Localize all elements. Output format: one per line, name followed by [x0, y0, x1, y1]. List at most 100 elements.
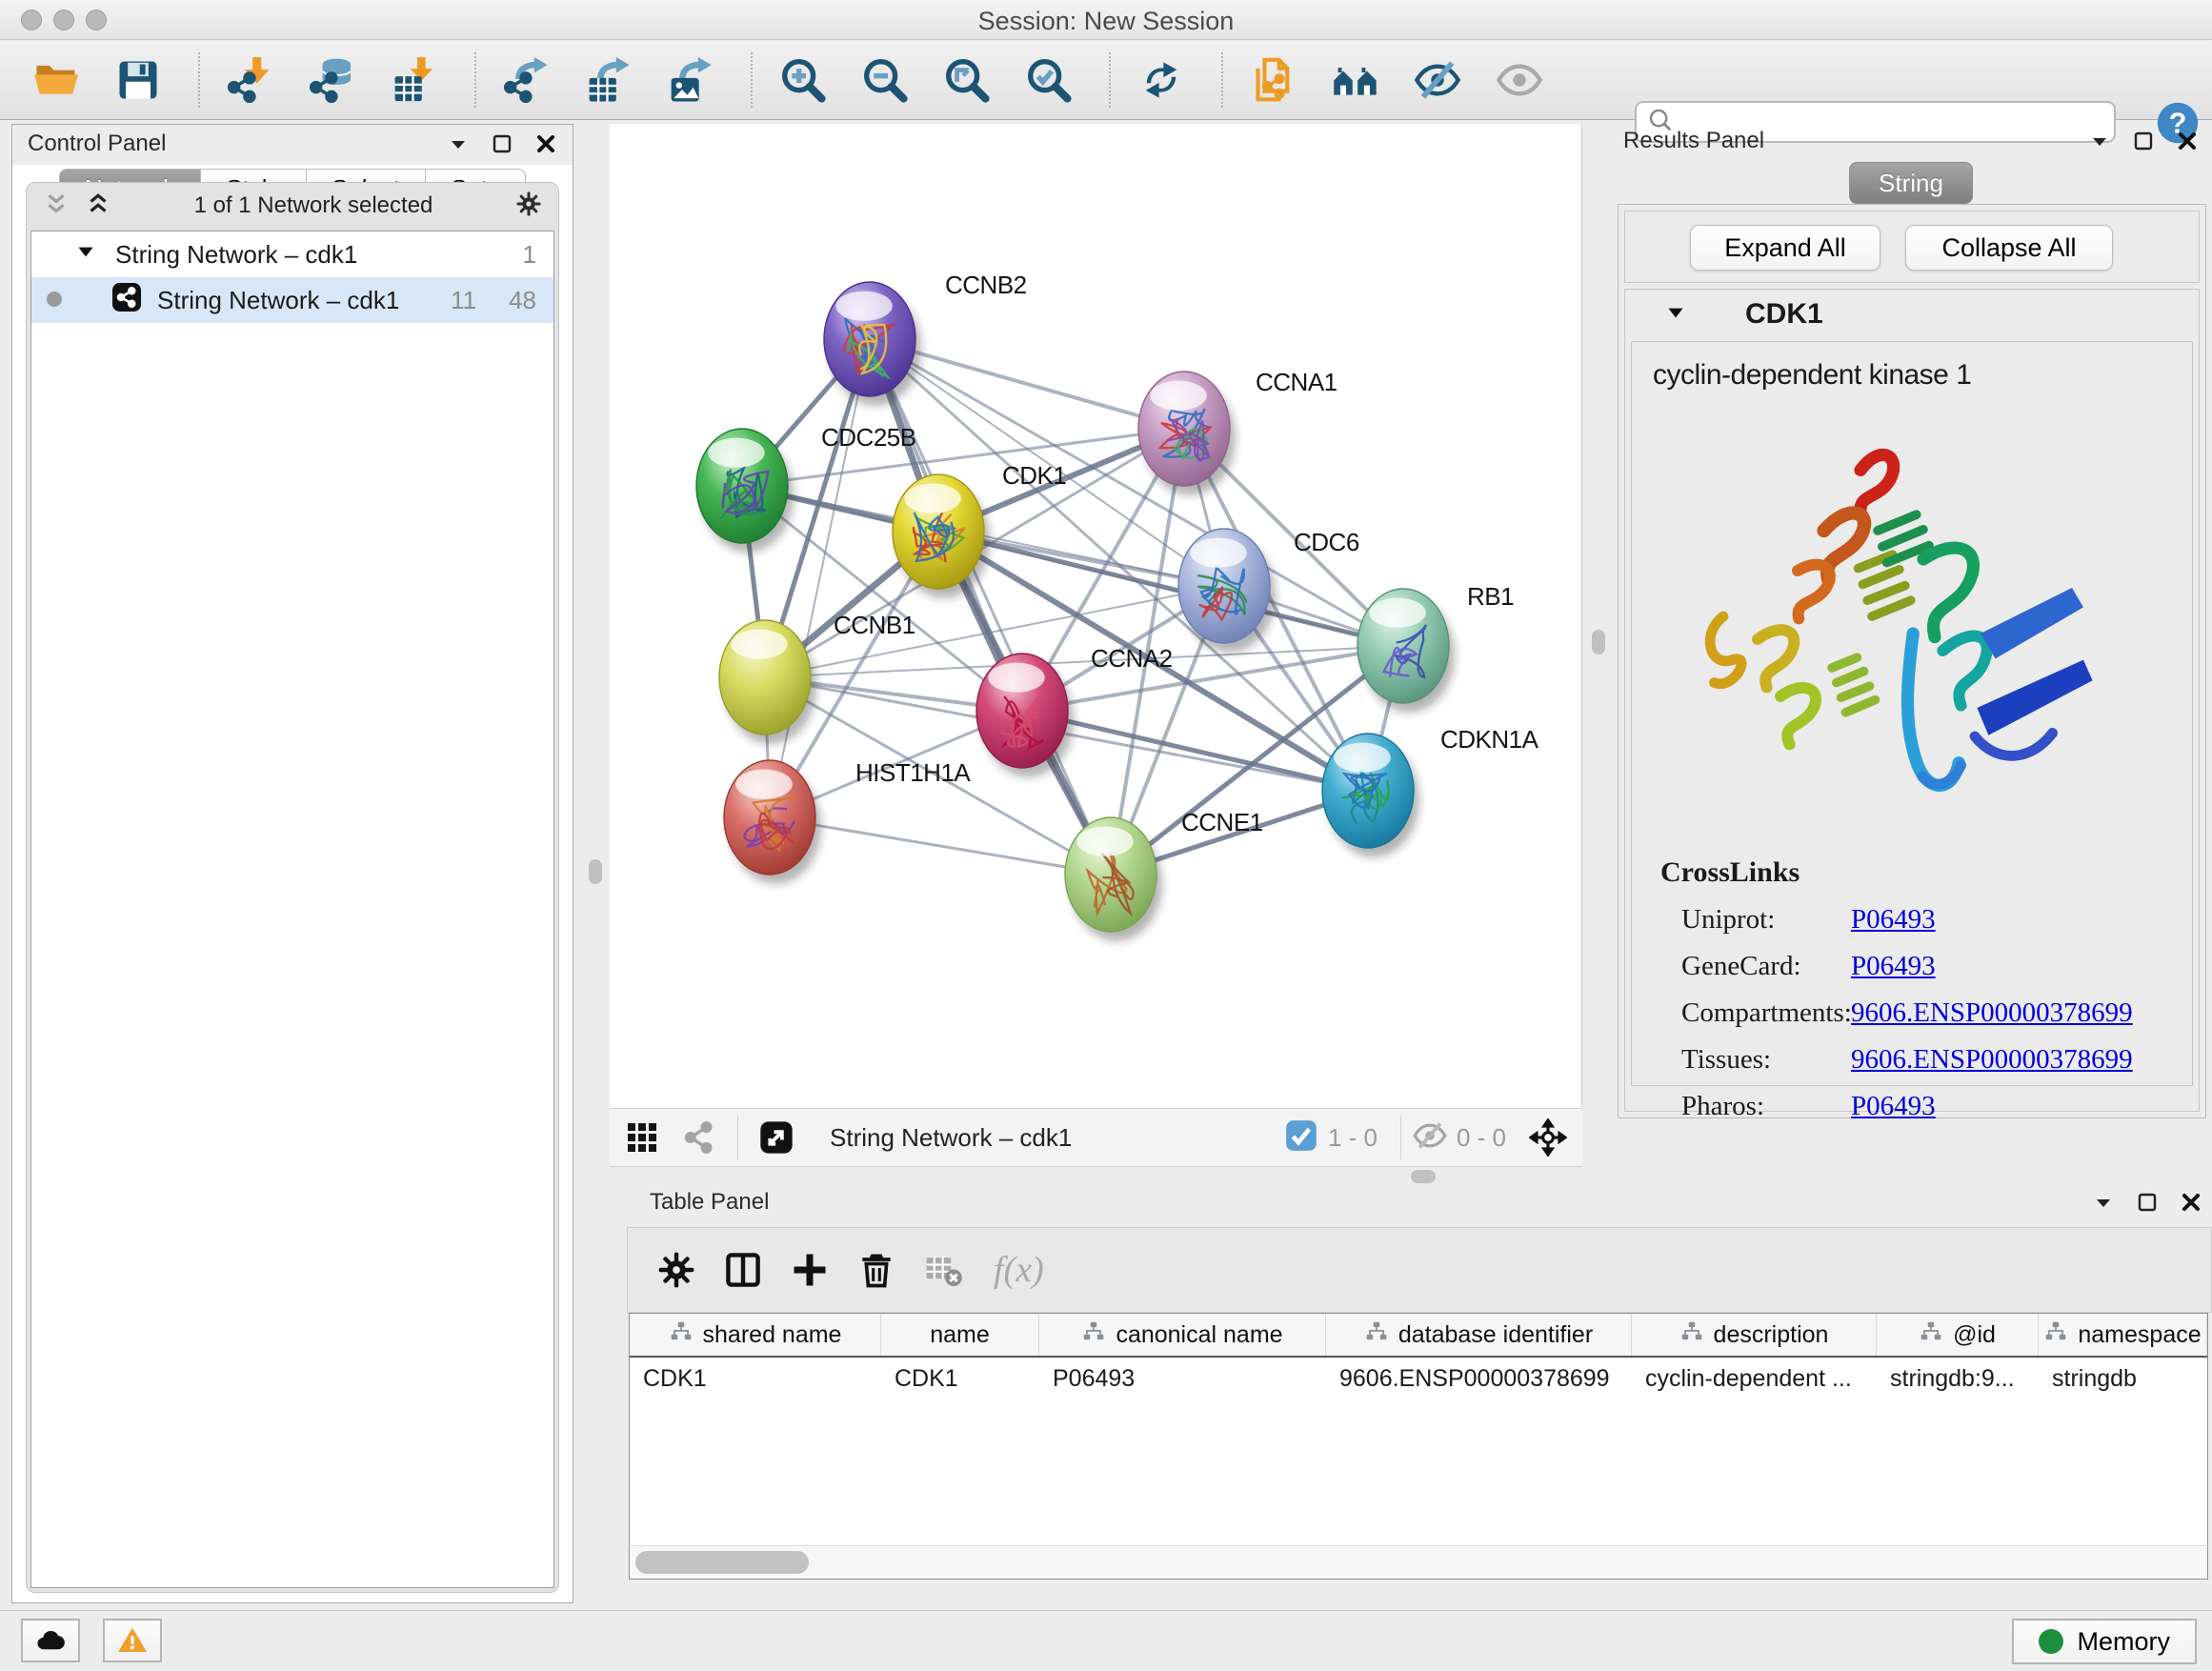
export-table-button[interactable]	[579, 50, 638, 110]
hidden-eye-icon[interactable]	[1411, 1117, 1449, 1159]
table-cell[interactable]: CDK1	[630, 1358, 881, 1399]
zoom-fit-button[interactable]	[937, 50, 996, 110]
table-cell[interactable]: CDK1	[881, 1358, 1039, 1399]
table-settings-gear-icon[interactable]	[651, 1244, 702, 1296]
import-network-from-database-button[interactable]	[303, 50, 362, 110]
apply-function-icon[interactable]: f(x)	[994, 1249, 1044, 1291]
network-overview-icon[interactable]	[680, 1118, 718, 1157]
apply-preferred-layout-button[interactable]	[1132, 50, 1191, 110]
collapse-all-button[interactable]: Collapse All	[1905, 225, 2113, 271]
birdseye-grid-icon[interactable]	[623, 1118, 661, 1157]
zoom-out-button[interactable]	[855, 50, 915, 110]
crosslink-label: Uniprot:	[1660, 904, 1851, 936]
scrollbar-thumb[interactable]	[635, 1551, 809, 1574]
save-session-button[interactable]	[109, 50, 168, 110]
zoom-in-button[interactable]	[774, 50, 833, 110]
table-horizontal-scrollbar[interactable]	[629, 1545, 2208, 1580]
crosslink-link[interactable]: 9606.ENSP00000378699	[1851, 997, 2133, 1029]
close-panel-icon[interactable]	[2176, 130, 2199, 157]
node-CCNB1[interactable]	[719, 620, 816, 744]
create-column-icon[interactable]	[784, 1244, 835, 1296]
network-view-toolbar: String Network – cdk1 1 - 0 0 - 0	[610, 1108, 1582, 1167]
network-options-gear-icon[interactable]	[514, 190, 543, 223]
import-table-from-file-button[interactable]	[385, 50, 444, 110]
import-network-from-file-button[interactable]	[221, 50, 280, 110]
delete-table-icon[interactable]	[917, 1244, 969, 1296]
network-collection-row[interactable]: String Network – cdk1 1	[31, 232, 553, 277]
node-CCNB2[interactable]	[824, 282, 921, 406]
show-columns-icon[interactable]	[717, 1244, 769, 1296]
network-view-title: String Network – cdk1	[830, 1123, 1072, 1153]
node-RB1[interactable]	[1357, 589, 1455, 713]
detach-view-icon[interactable]	[757, 1118, 795, 1157]
delete-column-icon[interactable]	[851, 1244, 902, 1296]
memory-label: Memory	[2077, 1627, 2170, 1657]
node-CDK1[interactable]	[893, 474, 990, 598]
node-CCNA2[interactable]	[976, 654, 1074, 777]
warning-button[interactable]	[103, 1619, 162, 1662]
crosslink-link[interactable]: 9606.ENSP00000378699	[1851, 1044, 2133, 1076]
column-header-canonicalname[interactable]: canonical name	[1039, 1314, 1326, 1356]
right-splitter-handle[interactable]	[1592, 630, 1605, 654]
caret-down-icon[interactable]	[1625, 300, 1688, 330]
column-header-namespace[interactable]: namespace	[2039, 1314, 2207, 1356]
export-network-button[interactable]	[497, 50, 556, 110]
column-header-databaseidentifier[interactable]: database identifier	[1326, 1314, 1632, 1356]
tab-string[interactable]: String	[1849, 162, 1973, 204]
table-cell[interactable]: stringdb	[2039, 1358, 2207, 1399]
gene-section-header[interactable]: CDK1	[1625, 290, 2199, 339]
close-panel-icon[interactable]	[534, 132, 557, 160]
float-panel-icon[interactable]	[447, 132, 470, 160]
maximize-panel-icon[interactable]	[2132, 130, 2155, 157]
selection-checkbox-icon[interactable]	[1282, 1117, 1320, 1159]
edge-CCNB2-CCNE1[interactable]	[870, 339, 1111, 875]
expand-all-icon[interactable]	[84, 190, 112, 223]
crosslinks-section: CrossLinks Uniprot:P06493GeneCard:P06493…	[1660, 856, 2173, 1122]
export-image-button[interactable]	[661, 50, 720, 110]
node-CDC25B[interactable]	[696, 429, 794, 553]
maximize-panel-icon[interactable]	[2136, 1191, 2159, 1218]
caret-down-icon[interactable]	[73, 239, 98, 271]
close-panel-icon[interactable]	[2180, 1191, 2202, 1218]
node-CCNA1[interactable]	[1138, 372, 1236, 495]
node-label-CCNE1: CCNE1	[1181, 808, 1263, 836]
column-header-name[interactable]: name	[881, 1314, 1039, 1356]
network-tree: String Network – cdk1 1 String Network –…	[30, 231, 554, 1588]
node-CCNE1[interactable]	[1065, 817, 1162, 941]
collection-count: 1	[523, 240, 536, 270]
collapse-all-icon[interactable]	[42, 190, 70, 223]
restore-hidden-button[interactable]	[1490, 50, 1549, 110]
crosslink-link[interactable]: P06493	[1851, 1091, 1936, 1122]
float-panel-icon[interactable]	[2088, 130, 2111, 157]
column-header-id[interactable]: @id	[1877, 1314, 2039, 1356]
clone-network-button[interactable]	[1244, 50, 1303, 110]
column-header-sharedname[interactable]: shared name	[630, 1314, 881, 1356]
node-HIST1H1A[interactable]	[724, 760, 821, 884]
pan-crosshair-icon[interactable]	[1529, 1118, 1567, 1157]
cloud-button[interactable]	[21, 1619, 80, 1662]
table-cell[interactable]: 9606.ENSP00000378699	[1326, 1358, 1632, 1399]
maximize-panel-icon[interactable]	[491, 132, 513, 160]
table-row[interactable]: CDK1CDK1P064939606.ENSP00000378699cyclin…	[630, 1358, 2207, 1399]
hide-selected-button[interactable]	[1408, 50, 1467, 110]
string-protein-query-button[interactable]	[1326, 50, 1385, 110]
memory-button[interactable]: Memory	[2012, 1619, 2197, 1664]
float-panel-icon[interactable]	[2092, 1191, 2115, 1218]
table-cell[interactable]: cyclin-dependent ...	[1632, 1358, 1877, 1399]
table-cell[interactable]: stringdb:9...	[1877, 1358, 2039, 1399]
expand-all-button[interactable]: Expand All	[1690, 225, 1880, 271]
zoom-selected-button[interactable]	[1019, 50, 1078, 110]
column-label: description	[1714, 1321, 1829, 1349]
crosslink-link[interactable]: P06493	[1851, 904, 1936, 936]
network-canvas[interactable]: CCNB2CCNA1CDC25BCDK1CDC6RB1CCNB1CCNA2CDK…	[610, 124, 1582, 1108]
crosslink-link[interactable]: P06493	[1851, 951, 1936, 982]
column-header-description[interactable]: description	[1632, 1314, 1877, 1356]
column-label: name	[930, 1321, 990, 1349]
edge-CCNB2-HIST1H1A[interactable]	[770, 339, 870, 817]
open-session-button[interactable]	[27, 50, 86, 110]
node-CDKN1A[interactable]	[1322, 734, 1419, 857]
network-row[interactable]: String Network – cdk1 11 48	[31, 277, 553, 323]
left-splitter-handle[interactable]	[589, 859, 602, 884]
table-cell[interactable]: P06493	[1039, 1358, 1326, 1399]
edge-CCNA2-CDKN1A[interactable]	[1022, 711, 1368, 791]
